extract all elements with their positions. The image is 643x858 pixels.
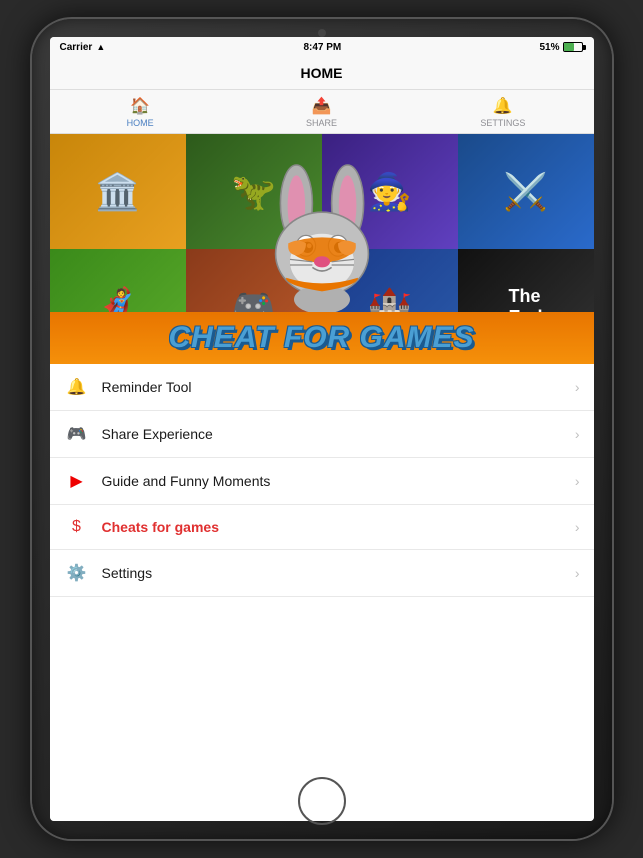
chevron-reminder: › — [575, 379, 580, 395]
tab-settings-label: SETTINGS — [480, 118, 525, 128]
chevron-cheats: › — [575, 519, 580, 535]
dollar-icon: $ — [64, 518, 90, 536]
chevron-guide: › — [575, 473, 580, 489]
bell-icon: 🔔 — [493, 96, 513, 116]
menu-label-settings: Settings — [102, 565, 575, 581]
menu-item-share[interactable]: 🎮 Share Experience › — [50, 411, 594, 458]
tab-home-label: HOME — [127, 118, 154, 128]
tab-settings[interactable]: 🔔 SETTINGS — [412, 90, 593, 133]
mascot-overlay — [242, 159, 402, 319]
battery-percent: 51% — [539, 42, 559, 53]
tab-share[interactable]: 📤 SHARE — [231, 90, 412, 133]
tab-home[interactable]: 🏠 HOME — [50, 90, 231, 133]
screen: Carrier ▲ 8:47 PM 51% HOME 🏠 HOME 📤 — [50, 37, 594, 821]
menu-label-share: Share Experience — [102, 426, 575, 442]
game-cell-1: 🏛️ — [50, 134, 186, 249]
battery-icon — [563, 42, 583, 52]
hero-banner: 🏛️ 🦖 🧙 ⚔️ 🦸 🎮 🏰 — [50, 134, 594, 364]
menu-list: 🔔 Reminder Tool › 🎮 Share Experience › ▶… — [50, 364, 594, 821]
gamepad-icon: 🎮 — [64, 424, 90, 444]
menu-label-guide: Guide and Funny Moments — [102, 473, 575, 489]
menu-item-reminder[interactable]: 🔔 Reminder Tool › — [50, 364, 594, 411]
status-bar: Carrier ▲ 8:47 PM 51% — [50, 37, 594, 57]
tab-share-label: SHARE — [306, 118, 337, 128]
settings-menu-icon: ⚙️ — [64, 563, 90, 583]
share-icon: 📤 — [312, 96, 332, 116]
game-cell-4: ⚔️ — [458, 134, 594, 249]
tab-bar: 🏠 HOME 📤 SHARE 🔔 SETTINGS — [50, 89, 594, 133]
menu-label-cheats: Cheats for games — [102, 519, 575, 535]
status-left: Carrier ▲ — [60, 42, 106, 53]
status-time: 8:47 PM — [303, 42, 341, 53]
chevron-settings: › — [575, 565, 580, 581]
nav-header: HOME 🏠 HOME 📤 SHARE 🔔 SETTINGS — [50, 57, 594, 134]
cheat-banner: Cheat for Games — [50, 312, 594, 364]
wifi-icon: ▲ — [96, 42, 105, 52]
home-icon: 🏠 — [130, 96, 150, 116]
menu-label-reminder: Reminder Tool — [102, 379, 575, 395]
menu-item-guide[interactable]: ▶ Guide and Funny Moments › — [50, 458, 594, 505]
page-title: HOME — [50, 65, 594, 89]
menu-item-settings[interactable]: ⚙️ Settings › — [50, 550, 594, 597]
battery-fill — [564, 43, 573, 51]
carrier-label: Carrier — [60, 42, 93, 53]
youtube-icon: ▶ — [64, 471, 90, 491]
bell-menu-icon: 🔔 — [64, 377, 90, 397]
chevron-share: › — [575, 426, 580, 442]
cheat-banner-text: Cheat for Games — [168, 321, 474, 355]
status-right: 51% — [539, 42, 583, 53]
menu-item-cheats[interactable]: $ Cheats for games › — [50, 505, 594, 550]
device-frame: Carrier ▲ 8:47 PM 51% HOME 🏠 HOME 📤 — [32, 19, 612, 839]
